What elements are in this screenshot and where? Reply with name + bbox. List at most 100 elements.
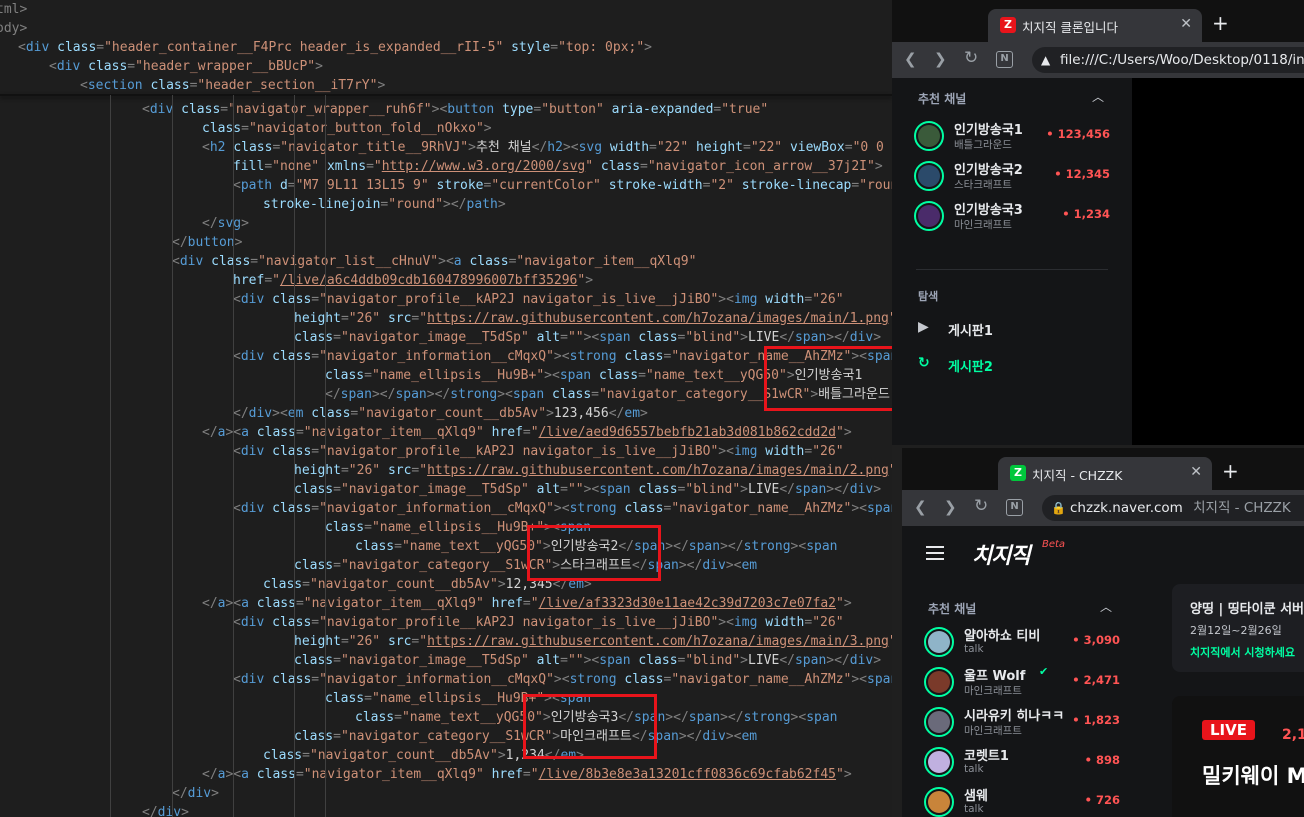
code-token: "name_text__yQG50" (401, 710, 543, 725)
code-token: " (836, 596, 844, 611)
code-token: > (497, 577, 506, 592)
code-token: " (272, 273, 280, 288)
chevron-up-icon[interactable]: ︿ (1092, 88, 1104, 105)
code-token: </ (608, 406, 625, 421)
indent-guide (172, 95, 173, 817)
code-token: "26" (348, 311, 381, 326)
close-icon[interactable]: ✕ (1180, 16, 1192, 32)
code-line: class="navigator_button_fold__nOkxo"> (202, 119, 492, 138)
refresh-icon: ↻ (918, 355, 930, 371)
avatar (924, 667, 954, 697)
forward-arrow-icon[interactable]: ❯ (944, 498, 957, 516)
code-token: </ (202, 216, 218, 231)
code-token: >< (272, 406, 288, 421)
promo-card[interactable]: 양띵 | 띵타이쿤 서버 2월12일~2월26일 치지직에서 시청하세요 (1172, 584, 1304, 672)
chevron-up-icon[interactable]: ︿ (1100, 598, 1112, 615)
channel-item[interactable]: 인기방송국3 마인크래프트 • 1,234 (914, 198, 1110, 234)
tab-clone[interactable]: Z 치지직 클론입니다 ✕ (988, 9, 1202, 42)
live-card[interactable]: LIVE 2,156명 밀키웨이 M (1172, 696, 1304, 817)
channel-item[interactable]: 인기방송국2 스타크래프트 • 12,345 (914, 158, 1110, 194)
new-tab-button[interactable]: + (1212, 13, 1229, 33)
avatar-image (918, 125, 940, 147)
code-token: < (142, 102, 150, 117)
channel-item[interactable]: 얄아하쇼 티비 talk • 3,090 (924, 624, 1120, 660)
reload-icon[interactable]: ↻ (974, 496, 988, 516)
code-token: >< (583, 482, 600, 497)
section-title: 추천 채널 (928, 602, 977, 616)
code-token: = (364, 691, 372, 706)
code-line: href="/live/a6c4ddb09cdb160478996007bff3… (233, 271, 593, 290)
code-token: fill (233, 159, 265, 174)
code-token: = (638, 368, 646, 383)
code-editor[interactable]: tml>ody><div class="header_container__F4… (0, 0, 892, 817)
code-token: ></ (371, 387, 396, 402)
code-token: >< (497, 387, 513, 402)
channel-category: 마인크래프트 (964, 685, 1022, 697)
code-token: section (87, 78, 143, 93)
code-token: class (355, 710, 395, 725)
code-line: class="navigator_image__T5dSp" alt=""><s… (294, 480, 881, 499)
code-token: >< (544, 368, 560, 383)
clone-browser-window: Z 치지직 클론입니다 ✕ + ❮ ❯ ↻ N ▲ file:///C:/Use… (892, 0, 1304, 445)
menu-icon[interactable] (926, 546, 944, 560)
code-token: class (57, 40, 97, 55)
code-token: /live/af3323d30e11ae42c39d7203c7e07fa2 (538, 596, 836, 611)
channel-item[interactable]: 인기방송국1 배틀그라운드 • 123,456 (914, 118, 1110, 154)
channel-item[interactable]: 샘웨 talk • 726 (924, 784, 1120, 817)
new-tab-button[interactable]: + (1222, 461, 1239, 481)
code-token: = (560, 330, 568, 345)
code-token: " (585, 159, 594, 174)
toolbar: ❮ ❯ ↻ N ▲ file:///C:/Users/Woo/Desktop/0… (892, 42, 1304, 78)
code-line: </div> (172, 784, 219, 803)
sticky-scroll-shadow (0, 94, 892, 96)
promo-link[interactable]: 치지직에서 시청하세요 (1190, 644, 1295, 660)
channel-item[interactable]: 시라유키 히나ㅋㅋ 마인크래프트 • 1,823 (924, 704, 1120, 740)
code-token: "navigator_name__AhZMz" (671, 501, 852, 516)
code-token: ></ (720, 710, 744, 725)
code-token: < (233, 615, 241, 630)
back-arrow-icon[interactable]: ❮ (904, 50, 917, 68)
code-token: span (599, 330, 631, 345)
tab-chzzk[interactable]: Z 치지직 - CHZZK ✕ (998, 457, 1212, 490)
address-domain: chzzk.naver.com (1070, 500, 1183, 516)
close-icon[interactable]: ✕ (1190, 464, 1202, 480)
code-token: class (469, 254, 509, 269)
code-token: div (240, 501, 265, 516)
chzzk-logo[interactable]: 치지직 (972, 538, 1031, 570)
code-token: div (157, 805, 182, 817)
code-token: div (56, 59, 81, 74)
code-token: span (794, 330, 827, 345)
extension-icon[interactable]: N (996, 51, 1013, 68)
content-area (1132, 78, 1304, 445)
address-bar[interactable]: 🔒 chzzk.naver.com 치지직 - CHZZK (1042, 495, 1304, 521)
back-arrow-icon[interactable]: ❮ (914, 498, 927, 516)
forward-arrow-icon[interactable]: ❯ (934, 50, 947, 68)
code-token: = (311, 444, 320, 459)
code-token: LIVE (748, 653, 780, 668)
code-line: </a><a class="navigator_item__qXlq9" hre… (202, 765, 852, 784)
channel-item[interactable]: 울프 Wolf ✔ 마인크래프트 • 2,471 (924, 664, 1120, 700)
address-bar[interactable]: ▲ file:///C:/Users/Woo/Desktop/0118/ind (1032, 47, 1304, 73)
chzzk-favicon-icon: Z (1010, 465, 1026, 481)
code-token: class (181, 102, 221, 117)
code-token: = (844, 140, 853, 155)
viewer-count: • 2,471 (1072, 673, 1120, 687)
code-token: > (873, 653, 882, 668)
code-token: ></ (720, 539, 744, 554)
code-token: http://www.w3.org/2000/svg (381, 159, 586, 174)
avatar-image (928, 631, 950, 653)
channel-item[interactable]: 코렛트1 talk • 898 (924, 744, 1120, 780)
code-token: > (315, 59, 323, 74)
extension-icon[interactable]: N (1006, 499, 1023, 516)
code-line: <div class="header_wrapper__bBUcP"> (49, 57, 323, 76)
code-token: < (202, 140, 210, 155)
code-token: div (702, 558, 726, 573)
reload-icon[interactable]: ↻ (964, 48, 978, 68)
code-token: = (311, 501, 320, 516)
code-token: svg (578, 140, 603, 155)
